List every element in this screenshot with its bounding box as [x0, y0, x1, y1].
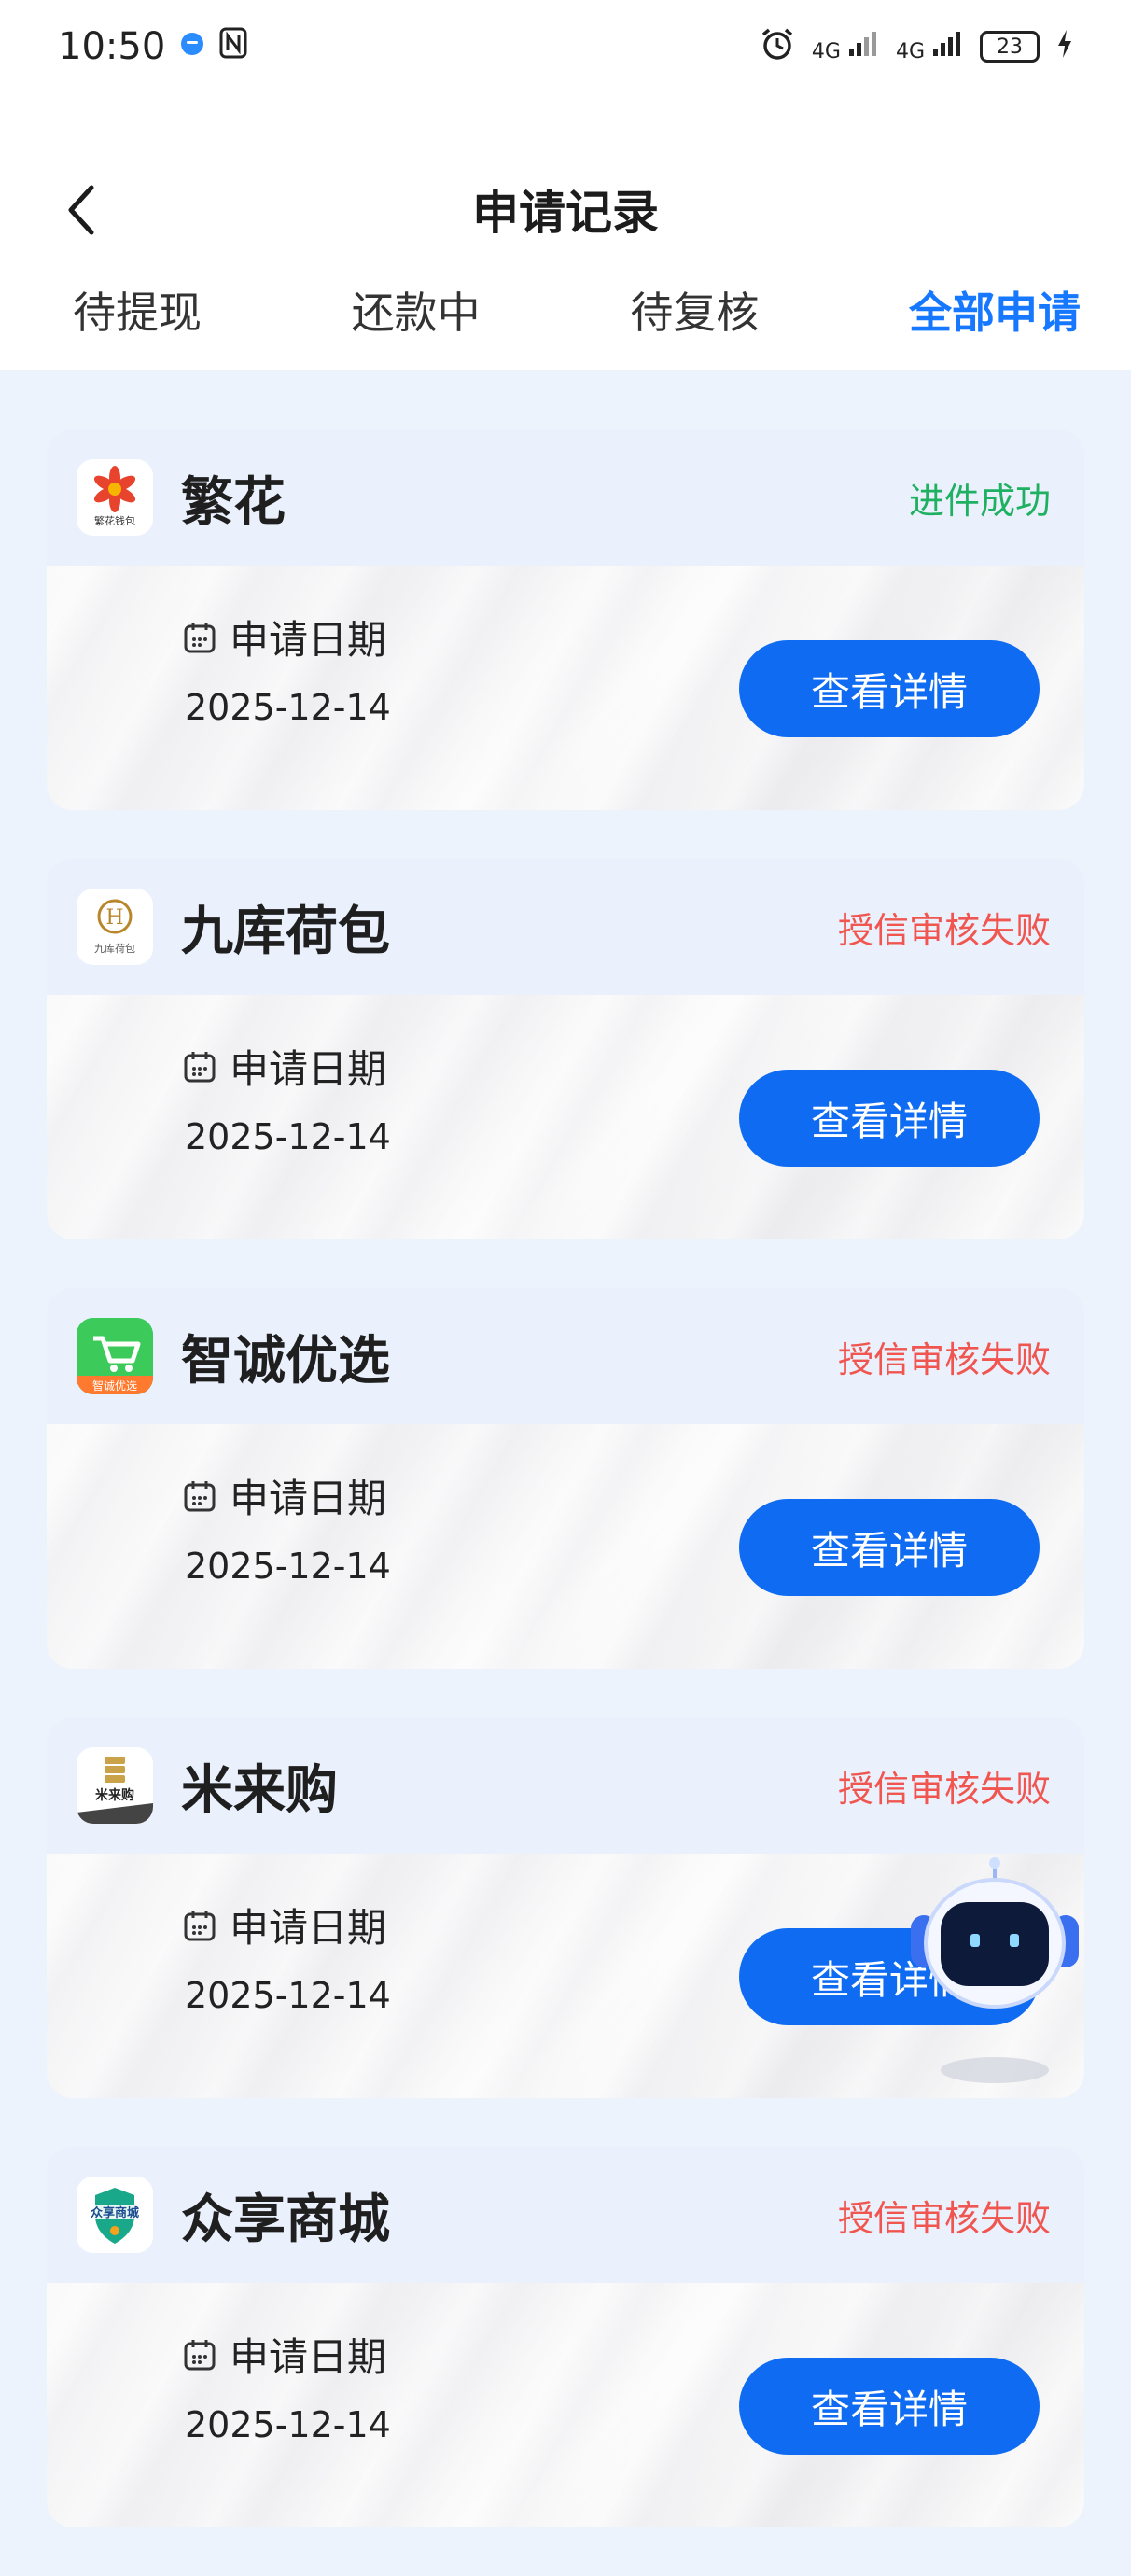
date-row: 申请日期 — [183, 609, 386, 665]
tab-pending-review[interactable]: 待复核 — [630, 271, 759, 355]
application-date: 2025-12-14 — [185, 1546, 391, 1587]
network-type-label: 4G — [895, 40, 925, 63]
view-details-button[interactable]: 查看详情 — [739, 2358, 1040, 2455]
record-card: 众享商城 众享商城 授信审核失败 申请日期 2025-12-14 查看详情 — [47, 2147, 1084, 2527]
record-card: 繁花钱包 繁花 进件成功 申请日期 2025-12-14 查看详情 — [47, 429, 1084, 810]
svg-text:九库荷包: 九库荷包 — [94, 943, 135, 955]
record-card-header: 众享商城 众享商城 授信审核失败 — [47, 2147, 1084, 2283]
app-name: 九库荷包 — [181, 901, 390, 962]
application-date: 2025-12-14 — [185, 2404, 391, 2445]
nfc-icon — [219, 25, 247, 68]
status-time: 10:50 — [58, 25, 166, 68]
filter-tabs: 待提现 还款中 待复核 全部申请 — [0, 271, 1131, 355]
status-label: 授信审核失败 — [837, 2197, 1051, 2239]
record-card-header: H 九库荷包 九库荷包 授信审核失败 — [47, 859, 1084, 995]
date-label: 申请日期 — [230, 1046, 387, 1092]
record-card-body: 申请日期 2025-12-14 查看详情 — [47, 1424, 1084, 1669]
charging-icon — [1056, 29, 1073, 64]
application-date: 2025-12-14 — [185, 687, 391, 728]
record-card-body: 申请日期 2025-12-14 查看详情 — [47, 566, 1084, 810]
record-card-body: 申请日期 2025-12-14 查看详情 — [47, 2283, 1084, 2527]
application-record-list: 繁花钱包 繁花 进件成功 申请日期 2025-12-14 查看详情 H 九库荷包 — [47, 429, 1084, 2576]
calendar-icon — [184, 1910, 216, 1940]
app-logo: 众享商城 — [77, 2177, 153, 2253]
calendar-icon — [184, 2339, 216, 2370]
signal-icon-2: 4G — [896, 30, 963, 63]
status-bar: 10:50 4G 4G 23 — [0, 0, 1131, 93]
assistant-robot-button[interactable] — [911, 1855, 1079, 2089]
robot-assistant-icon — [911, 1857, 1079, 2083]
svg-text:H: H — [105, 906, 123, 930]
record-card: H 九库荷包 九库荷包 授信审核失败 申请日期 2025-12-14 查看详情 — [47, 859, 1084, 1239]
svg-text:米来购: 米来购 — [95, 1787, 134, 1803]
status-label: 授信审核失败 — [837, 1338, 1051, 1380]
calendar-icon — [184, 622, 216, 652]
page-title: 申请记录 — [472, 186, 659, 240]
tab-repaying[interactable]: 还款中 — [352, 271, 481, 355]
record-card-header: 智诚优选 智诚优选 授信审核失败 — [47, 1288, 1084, 1424]
date-label: 申请日期 — [230, 1905, 387, 1951]
app-name: 米来购 — [181, 1759, 338, 1821]
status-label: 授信审核失败 — [837, 1768, 1051, 1810]
tab-all-applications[interactable]: 全部申请 — [909, 271, 1081, 355]
svg-text:智诚优选: 智诚优选 — [92, 1379, 137, 1393]
date-row: 申请日期 — [183, 1897, 386, 1953]
record-card: 智诚优选 智诚优选 授信审核失败 申请日期 2025-12-14 查看详情 — [47, 1288, 1084, 1669]
calendar-icon — [184, 1051, 216, 1082]
application-date: 2025-12-14 — [185, 1116, 391, 1157]
signal-icon-1: 4G — [812, 30, 879, 63]
app-name: 智诚优选 — [181, 1330, 390, 1392]
battery-indicator: 23 — [980, 31, 1040, 63]
record-card-header: 繁花钱包 繁花 进件成功 — [47, 429, 1084, 566]
app-name: 繁花 — [181, 471, 286, 533]
record-card-header: 米来购 米来购 授信审核失败 — [47, 1717, 1084, 1854]
view-details-button[interactable]: 查看详情 — [739, 1499, 1040, 1596]
svg-text:繁花钱包: 繁花钱包 — [94, 514, 135, 527]
tab-pending-withdraw[interactable]: 待提现 — [73, 271, 202, 355]
status-label: 授信审核失败 — [837, 909, 1051, 951]
page-header: 申请记录 待提现 还款中 待复核 全部申请 — [0, 93, 1131, 370]
date-label: 申请日期 — [230, 2334, 387, 2380]
date-label: 申请日期 — [230, 1476, 387, 1521]
date-row: 申请日期 — [183, 1467, 386, 1524]
network-type-label: 4G — [811, 40, 841, 63]
date-row: 申请日期 — [183, 2326, 386, 2383]
calendar-icon — [184, 1480, 216, 1511]
app-logo: 米来购 — [77, 1747, 153, 1824]
application-date: 2025-12-14 — [185, 1975, 391, 2016]
svg-text:众享商城: 众享商城 — [91, 2205, 139, 2220]
app-logo: 繁花钱包 — [77, 459, 153, 536]
status-label: 进件成功 — [908, 480, 1051, 522]
record-card-body: 申请日期 2025-12-14 查看详情 — [47, 995, 1084, 1239]
app-logo: 智诚优选 — [77, 1318, 153, 1394]
message-notification-icon — [178, 25, 206, 68]
date-label: 申请日期 — [230, 617, 387, 663]
app-logo: H 九库荷包 — [77, 889, 153, 965]
alarm-icon — [760, 26, 795, 67]
view-details-button[interactable]: 查看详情 — [739, 640, 1040, 737]
view-details-button[interactable]: 查看详情 — [739, 1070, 1040, 1167]
date-row: 申请日期 — [183, 1038, 386, 1095]
app-name: 众享商城 — [181, 2189, 390, 2250]
